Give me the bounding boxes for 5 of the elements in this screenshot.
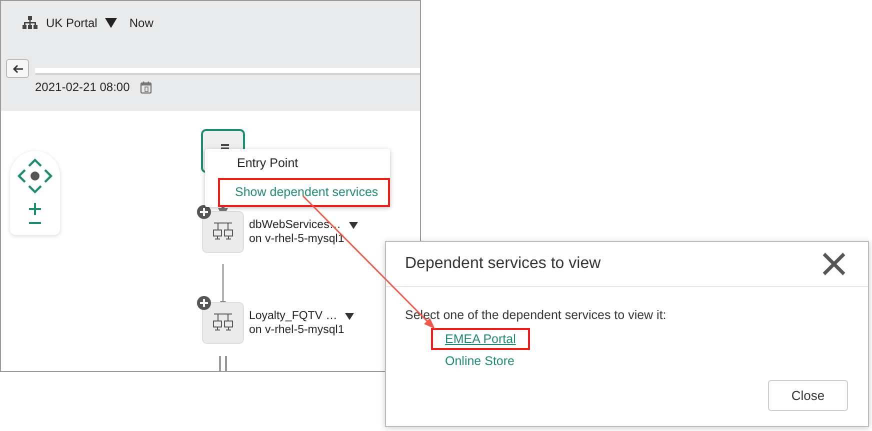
dialog-title: Dependent services to view [405,255,601,273]
date-time: 2021-02-21 08:00 [35,80,130,94]
service-name: Loyalty_FQTV … [249,309,338,323]
host-name: on v-rhel-5-mysql1 [249,233,344,245]
host-name: on v-rhel-5-mysql1 [249,324,344,336]
